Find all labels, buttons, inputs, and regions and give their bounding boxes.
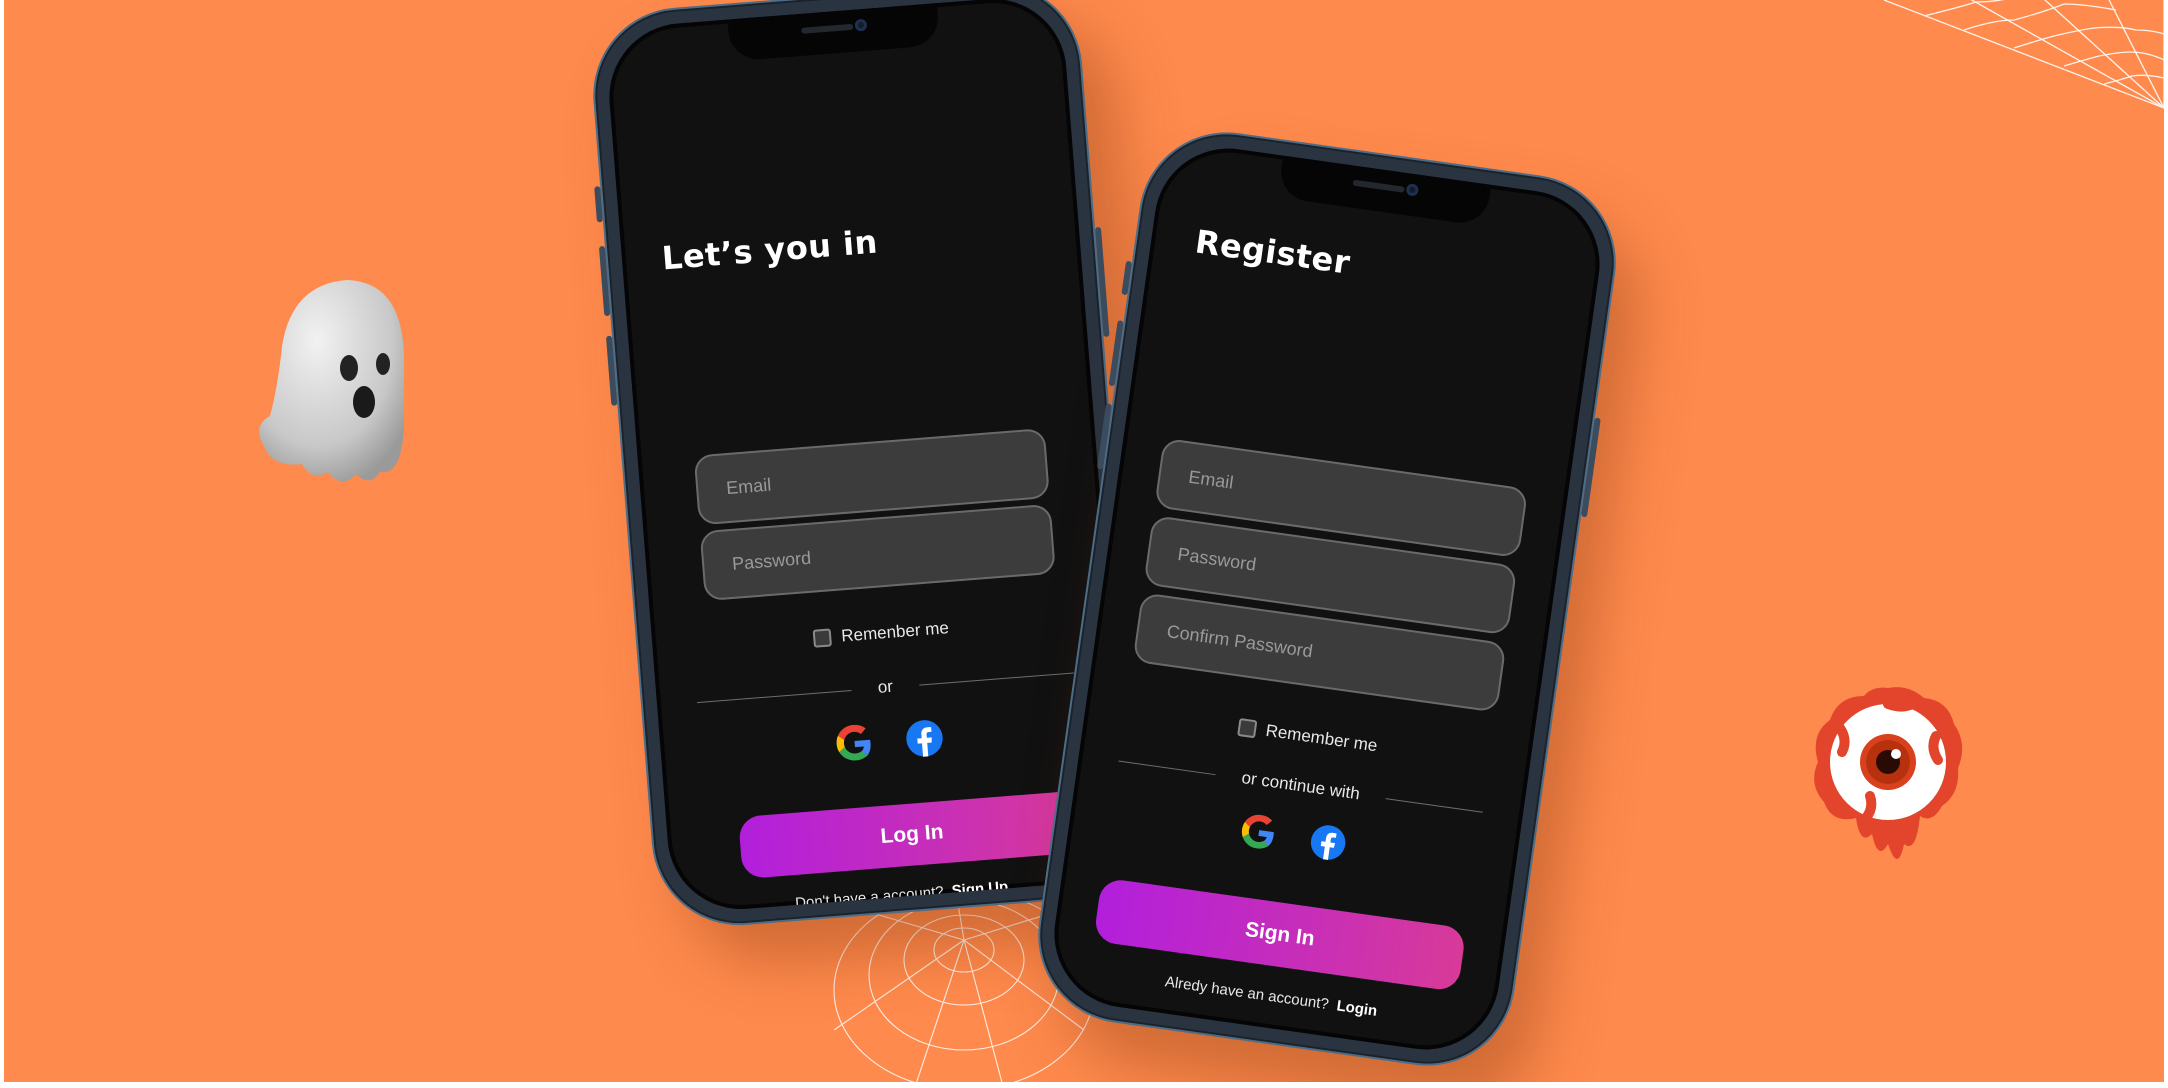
divider-text: or continue with (1240, 767, 1362, 804)
google-icon (836, 724, 871, 761)
camera-icon (1405, 183, 1420, 197)
remember-me[interactable]: Remenber me (652, 606, 1110, 662)
remember-checkbox[interactable] (1236, 717, 1258, 739)
login-link[interactable]: Login (1336, 997, 1379, 1020)
phone-side-button (1108, 320, 1124, 387)
signup-link[interactable]: Sign Up (951, 878, 1009, 899)
ghost-icon (259, 280, 404, 482)
google-login-button[interactable] (833, 722, 876, 765)
phone-notch (1277, 155, 1492, 227)
phone-notch (727, 3, 941, 62)
phone-side-button (1121, 260, 1133, 296)
facebook-icon (906, 720, 943, 757)
spider-web-icon (1884, 0, 2164, 109)
divider-line (1385, 797, 1483, 813)
login-screen: Let’s you in Remenber me or (603, 0, 1131, 915)
login-prompt-text: Alredy have an account? (1163, 973, 1330, 1014)
camera-icon (854, 18, 868, 32)
social-login (660, 703, 1120, 779)
facebook-icon (1310, 825, 1346, 860)
page-title: Let’s you in (660, 222, 880, 278)
phone-side-button (1580, 417, 1601, 518)
divider-line (696, 689, 852, 703)
google-icon (1241, 814, 1274, 849)
phone-side-button (598, 245, 611, 317)
remember-label: Remember me (1264, 720, 1379, 756)
facebook-login-button[interactable] (903, 717, 946, 760)
speaker-grille (801, 23, 854, 34)
page-title: Register (1192, 222, 1353, 282)
facebook-login-button[interactable] (1306, 820, 1351, 865)
divider-line (1118, 760, 1217, 775)
phone-side-button (594, 186, 603, 223)
signup-prompt-text: Don't have a account? (794, 883, 945, 912)
or-divider: or (696, 662, 1074, 712)
remember-checkbox[interactable] (812, 628, 833, 648)
login-button[interactable]: Log In (738, 790, 1086, 880)
google-login-button[interactable] (1236, 810, 1281, 855)
eyeball-icon (1814, 687, 1963, 859)
divider-line (918, 671, 1074, 686)
phone-side-button (605, 335, 618, 406)
divider-text: or (877, 676, 894, 697)
background: Let’s you in Remenber me or (4, 0, 2164, 1082)
remember-label: Remenber me (840, 618, 950, 646)
phone-side-button (1094, 226, 1110, 338)
register-phone: Register Remember me or continue with (1026, 120, 1628, 1078)
speaker-grille (1352, 179, 1405, 193)
